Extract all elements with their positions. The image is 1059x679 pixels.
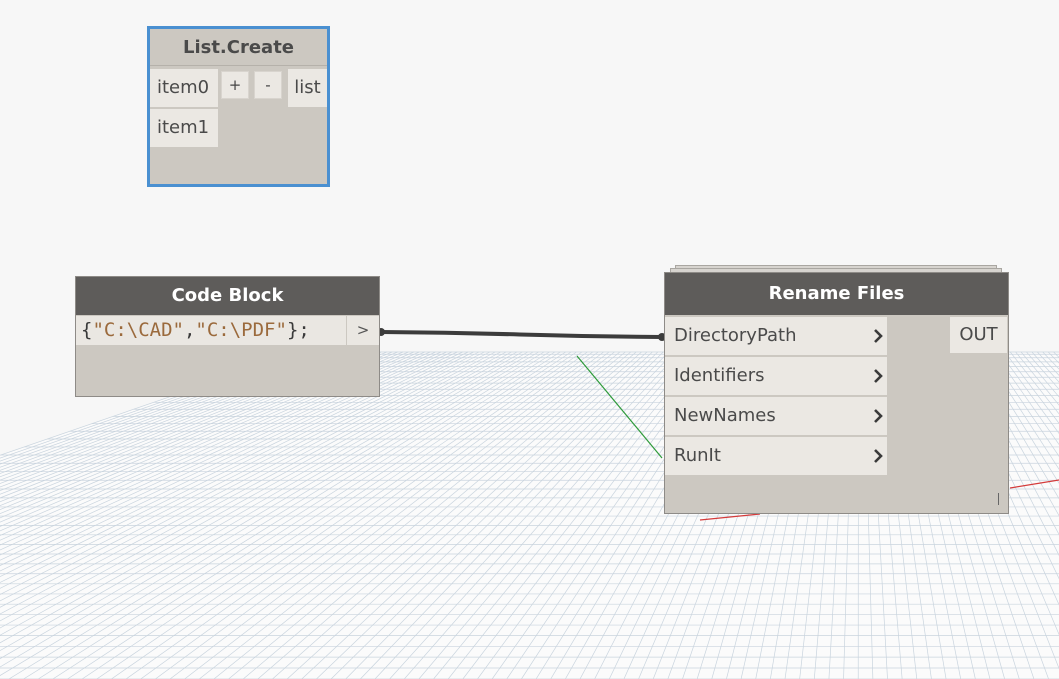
- input-port-item1[interactable]: item1: [150, 109, 218, 147]
- output-port-list[interactable]: list: [288, 69, 327, 107]
- code-string-pdf: "C:\PDF": [195, 319, 287, 341]
- output-port-chevron-icon[interactable]: >: [347, 316, 379, 345]
- port-label: NewNames: [674, 405, 776, 426]
- lacing-indicator[interactable]: [998, 493, 999, 505]
- port-label: Identifiers: [674, 365, 765, 386]
- port-label: DirectoryPath: [674, 325, 797, 346]
- code-string-cad: "C:\CAD": [92, 319, 184, 341]
- input-port-newnames[interactable]: NewNames: [665, 397, 887, 435]
- input-port-directorypath[interactable]: DirectoryPath: [665, 317, 887, 355]
- remove-input-button[interactable]: -: [254, 71, 282, 99]
- code-open-brace: {: [81, 319, 93, 341]
- add-input-button[interactable]: +: [221, 71, 249, 99]
- code-block-node[interactable]: Code Block {"C:\CAD","C:\PDF"}; >: [75, 276, 380, 397]
- input-port-runit[interactable]: RunIt: [665, 437, 887, 475]
- input-port-identifiers[interactable]: Identifiers: [665, 357, 887, 395]
- node-title[interactable]: Code Block: [76, 277, 379, 315]
- input-port-item0[interactable]: item0: [150, 69, 218, 107]
- rename-files-node[interactable]: Rename Files DirectoryPath Identifiers N…: [664, 272, 1009, 514]
- node-title[interactable]: Rename Files: [665, 273, 1008, 315]
- node-title[interactable]: List.Create: [150, 29, 327, 66]
- list-create-node[interactable]: List.Create item0 item1 + - list: [147, 26, 330, 187]
- chevron-right-icon: [869, 357, 887, 395]
- chevron-right-icon: [869, 317, 887, 355]
- port-label: RunIt: [674, 445, 721, 466]
- chevron-right-icon: [869, 397, 887, 435]
- output-port-out[interactable]: OUT: [950, 317, 1007, 353]
- chevron-right-icon: [869, 437, 887, 475]
- code-close-brace: };: [286, 319, 310, 341]
- code-comma: ,: [183, 319, 196, 341]
- graph-canvas[interactable]: List.Create item0 item1 + - list Code Bl…: [0, 0, 1059, 679]
- code-editor[interactable]: {"C:\CAD","C:\PDF"};: [76, 316, 346, 345]
